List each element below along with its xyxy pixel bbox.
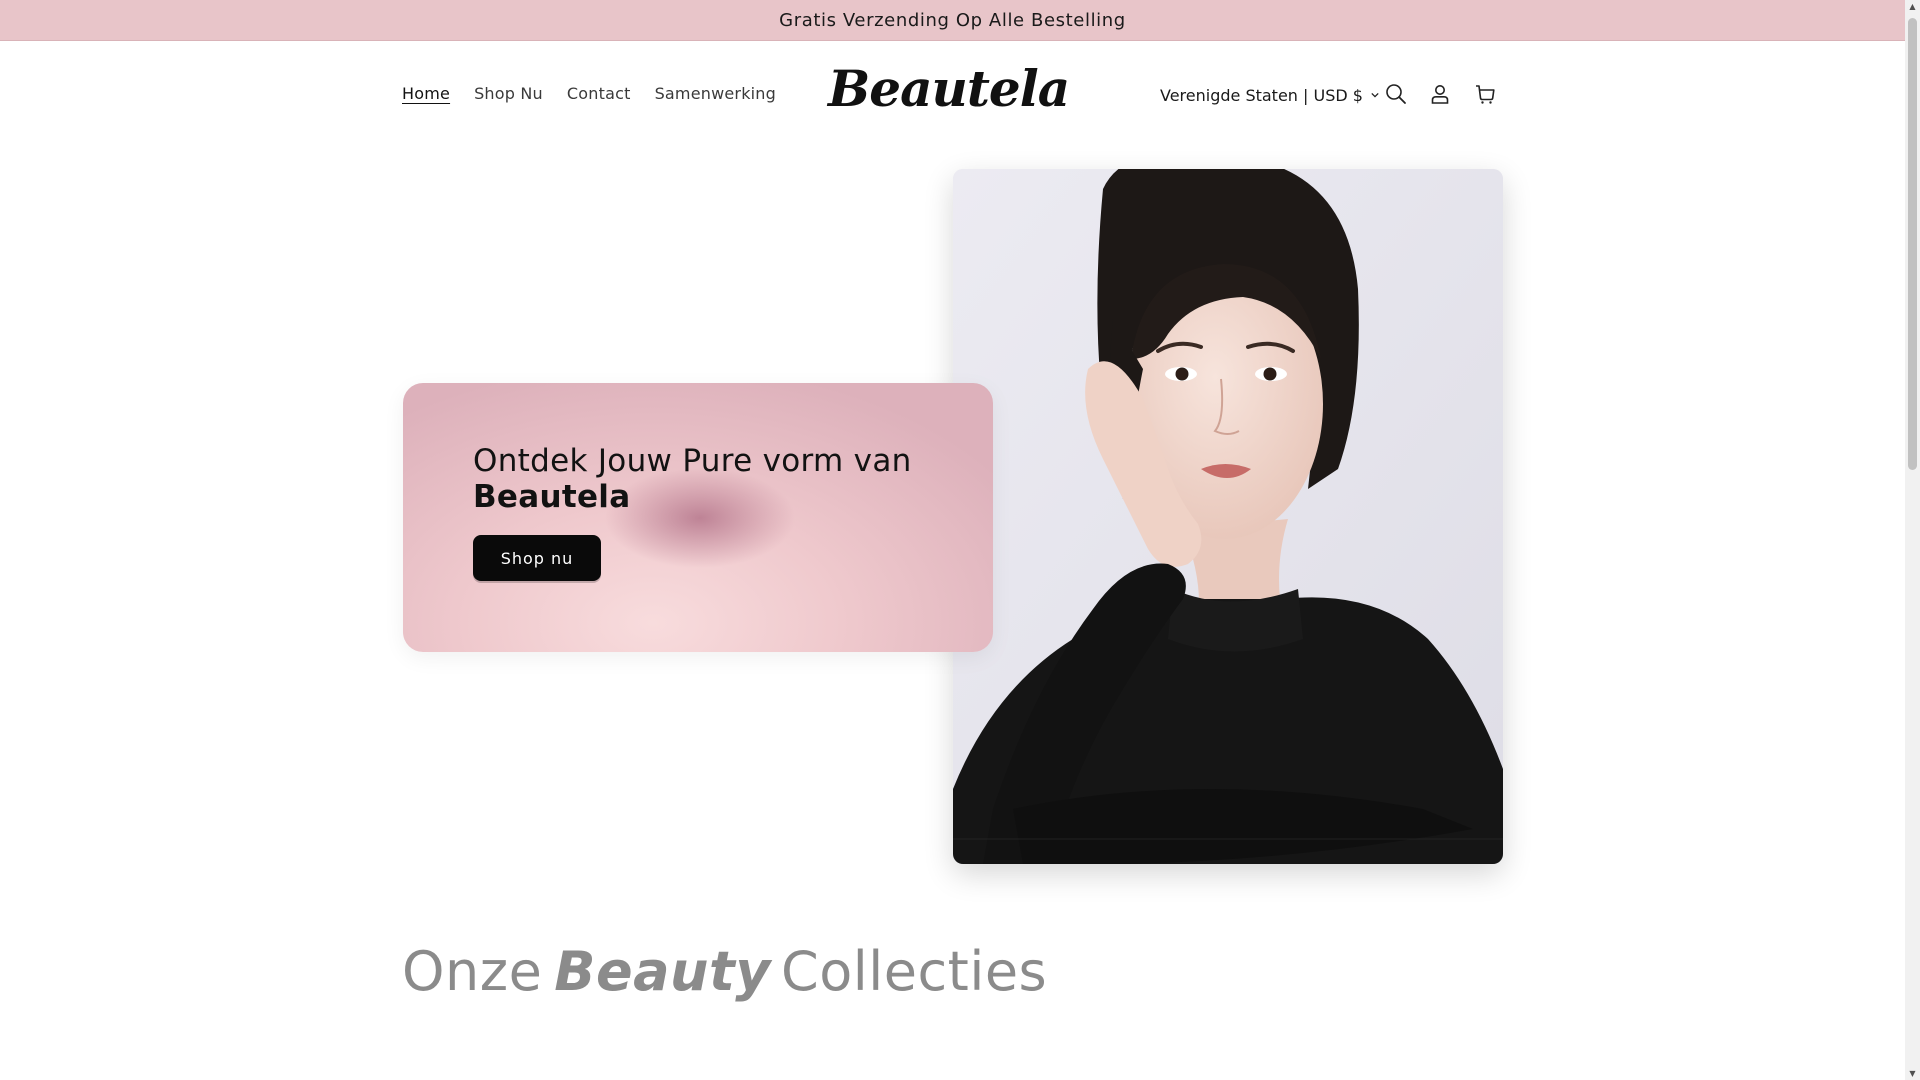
account-button[interactable] xyxy=(1422,76,1458,112)
search-icon xyxy=(1386,84,1406,104)
collections-title-end: Collecties xyxy=(780,940,1048,1003)
main-nav: Home Shop Nu Contact Samenwerking xyxy=(402,41,800,145)
scroll-up-icon[interactable]: ▲ xyxy=(1908,2,1917,11)
announcement-bar: Gratis Verzending Op Alle Bestelling xyxy=(0,0,1905,41)
hero-title-line1: Ontdek Jouw Pure vorm van xyxy=(473,443,912,479)
hero-title: Ontdek Jouw Pure vorm van Beautela xyxy=(473,443,953,515)
announcement-text: Gratis Verzending Op Alle Bestelling xyxy=(779,9,1126,31)
collections-title-start: Onze xyxy=(402,940,543,1003)
search-button[interactable] xyxy=(1378,76,1414,112)
vertical-scrollbar[interactable]: ▲ ▼ xyxy=(1905,0,1920,1080)
logo[interactable]: Beautela xyxy=(828,59,1070,119)
shop-now-button[interactable]: Shop nu xyxy=(473,535,601,581)
cart-button[interactable] xyxy=(1467,76,1503,112)
nav-item-contact[interactable]: Contact xyxy=(567,84,631,103)
account-icon xyxy=(1431,85,1449,104)
hero-model-image xyxy=(953,169,1503,864)
scroll-down-icon[interactable]: ▼ xyxy=(1908,1069,1917,1078)
country-currency-selector[interactable]: Verenigde Staten | USD $ xyxy=(1160,82,1379,108)
hero-banner: Ontdek Jouw Pure vorm van Beautela Shop … xyxy=(403,383,993,652)
nav-item-shop-nu[interactable]: Shop Nu xyxy=(474,84,543,103)
model-photo xyxy=(953,169,1503,864)
hero-title-brand: Beautela xyxy=(473,479,631,515)
collections-heading: Onze Beauty Collecties xyxy=(402,940,1047,1003)
collections-title-emphasis: Beauty xyxy=(554,940,771,1003)
site-header: Home Shop Nu Contact Samenwerking Beaute… xyxy=(0,41,1905,145)
scrollbar-thumb[interactable] xyxy=(1908,18,1917,470)
nav-item-samenwerking[interactable]: Samenwerking xyxy=(655,84,776,103)
localization-label: Verenigde Staten | USD $ xyxy=(1160,85,1363,105)
cart-icon xyxy=(1476,85,1495,104)
nav-item-home[interactable]: Home xyxy=(402,84,450,103)
